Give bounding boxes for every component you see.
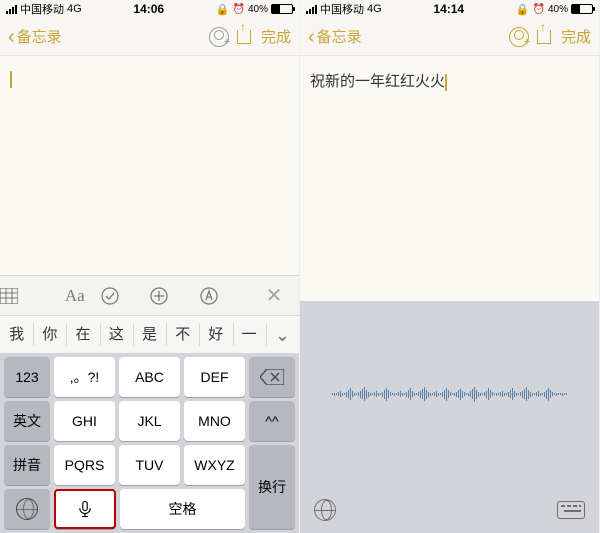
suggestion[interactable]: 好	[199, 316, 232, 353]
phone-right: 中国移动 4G 14:14 🔒 ⏰ 40% ‹ 备忘录 完成 祝新的一年红红火火	[300, 0, 600, 533]
dictation-waveform	[300, 301, 599, 487]
chevron-left-icon: ‹	[308, 27, 315, 47]
keyboard-icon[interactable]	[557, 501, 585, 519]
done-button[interactable]: 完成	[561, 26, 591, 47]
key-123[interactable]: 123	[4, 357, 50, 397]
suggestion[interactable]: 在	[66, 316, 99, 353]
status-bar: 中国移动 4G 14:14 🔒 ⏰ 40%	[300, 0, 599, 18]
table-icon[interactable]	[0, 288, 50, 304]
battery-icon	[271, 4, 293, 14]
add-person-icon[interactable]	[209, 27, 229, 47]
carrier-label: 中国移动	[320, 1, 364, 17]
lock-icon: 🔒	[516, 3, 530, 16]
key-newline[interactable]: 换行	[249, 445, 295, 529]
dictation-panel	[300, 301, 599, 533]
note-text: 祝新的一年红红火火	[310, 73, 445, 90]
suggestion[interactable]: 是	[133, 316, 166, 353]
suggestion[interactable]: 不	[166, 316, 199, 353]
markup-icon[interactable]	[199, 286, 249, 306]
note-body[interactable]	[0, 56, 299, 275]
globe-icon[interactable]	[314, 499, 336, 521]
phone-left: 中国移动 4G 14:06 🔒 ⏰ 40% ‹ 备忘录 完成 Aa	[0, 0, 300, 533]
key-space[interactable]: 空格	[120, 489, 245, 529]
status-time: 14:06	[82, 2, 216, 16]
carrier-label: 中国移动	[20, 1, 64, 17]
key-backspace[interactable]	[249, 357, 295, 397]
network-label: 4G	[367, 3, 382, 15]
signal-icon	[6, 5, 17, 14]
status-bar: 中国移动 4G 14:06 🔒 ⏰ 40%	[0, 0, 299, 18]
alarm-icon: ⏰	[233, 4, 245, 15]
network-label: 4G	[67, 3, 82, 15]
key-mno[interactable]: MNO	[184, 401, 245, 441]
share-icon[interactable]	[237, 30, 251, 44]
add-person-icon[interactable]	[509, 27, 529, 47]
key-globe[interactable]	[4, 489, 50, 529]
alarm-icon: ⏰	[533, 4, 545, 15]
suggestion[interactable]: 我	[0, 316, 33, 353]
status-time: 14:14	[382, 2, 516, 16]
key-def[interactable]: DEF	[184, 357, 245, 397]
battery-percent: 40%	[248, 4, 268, 15]
dismiss-keyboard-icon[interactable]: ✕	[249, 283, 299, 308]
key-abc[interactable]: ABC	[119, 357, 180, 397]
key-pinyin[interactable]: 拼音	[4, 445, 50, 485]
suggestion[interactable]: 一	[233, 316, 266, 353]
back-button[interactable]: ‹ 备忘录	[308, 26, 362, 47]
chevron-left-icon: ‹	[8, 27, 15, 47]
dictation-toolbar	[300, 487, 599, 533]
checklist-icon[interactable]	[100, 286, 150, 306]
back-label: 备忘录	[17, 26, 62, 47]
key-emoji[interactable]: ^^	[249, 401, 295, 441]
key-dictation[interactable]	[54, 489, 116, 529]
lock-icon: 🔒	[216, 3, 230, 16]
nav-bar: ‹ 备忘录 完成	[0, 18, 299, 56]
key-tuv[interactable]: TUV	[119, 445, 180, 485]
battery-icon	[571, 4, 593, 14]
battery-percent: 40%	[548, 4, 568, 15]
suggestion-expand-icon[interactable]: ⌄	[266, 316, 299, 353]
text-cursor	[10, 71, 12, 88]
back-label: 备忘录	[317, 26, 362, 47]
signal-icon	[306, 5, 317, 14]
key-wxyz[interactable]: WXYZ	[184, 445, 245, 485]
suggestion[interactable]: 你	[33, 316, 66, 353]
text-cursor	[445, 74, 447, 91]
key-jkl[interactable]: JKL	[119, 401, 180, 441]
key-ghi[interactable]: GHI	[54, 401, 115, 441]
suggestion[interactable]: 这	[100, 316, 133, 353]
key-lang-en[interactable]: 英文	[4, 401, 50, 441]
text-style-button[interactable]: Aa	[50, 286, 100, 306]
key-punct[interactable]: ,。?!	[54, 357, 115, 397]
back-button[interactable]: ‹ 备忘录	[8, 26, 62, 47]
format-toolbar: Aa ✕	[0, 275, 299, 315]
share-icon[interactable]	[537, 30, 551, 44]
key-pqrs[interactable]: PQRS	[54, 445, 115, 485]
note-body[interactable]: 祝新的一年红红火火	[300, 56, 599, 301]
nav-bar: ‹ 备忘录 完成	[300, 18, 599, 56]
suggestion-bar: 我 你 在 这 是 不 好 一 ⌄	[0, 315, 299, 353]
add-icon[interactable]	[149, 286, 199, 306]
keyboard: 123 ,。?! ABC DEF 英文 GHI JKL MNO ^^ 拼音 PQ…	[0, 353, 299, 533]
done-button[interactable]: 完成	[261, 26, 291, 47]
